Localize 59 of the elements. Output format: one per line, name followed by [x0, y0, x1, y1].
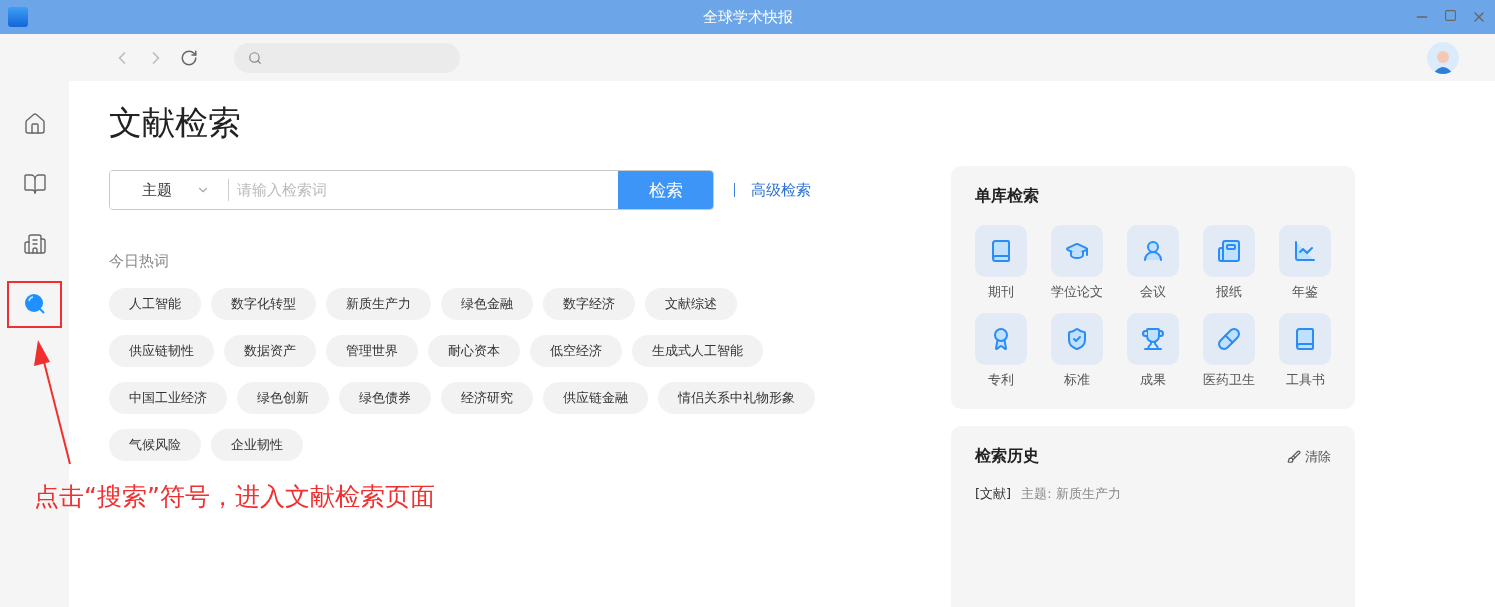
keyword-chip[interactable]: 生成式人工智能: [632, 335, 763, 367]
database-label: 会议: [1140, 283, 1166, 301]
keyword-chip[interactable]: 新质生产力: [326, 288, 431, 320]
building-icon[interactable]: [21, 231, 48, 257]
section-label: 今日热词: [109, 252, 170, 271]
database-label: 医药卫生: [1203, 371, 1255, 389]
keyword-chip[interactable]: 绿色债券: [339, 382, 431, 414]
database-label: 学位论文: [1051, 283, 1103, 301]
database-label: 标准: [1064, 371, 1090, 389]
chart-icon[interactable]: [1279, 225, 1331, 277]
keyword-chip[interactable]: 情侣关系中礼物形象: [658, 382, 815, 414]
keyword-chip[interactable]: 供应链韧性: [109, 335, 214, 367]
app-logo-icon: [8, 7, 28, 27]
card-title: 单库检索: [975, 186, 1040, 207]
keyword-chip[interactable]: 耐心资本: [428, 335, 520, 367]
keyword-chip[interactable]: 文献综述: [645, 288, 737, 320]
medal-icon[interactable]: [975, 313, 1027, 365]
keyword-chip[interactable]: 供应链金融: [543, 382, 648, 414]
keyword-chip[interactable]: 管理世界: [326, 335, 418, 367]
database-label: 期刊: [988, 283, 1014, 301]
journal-icon[interactable]: [975, 225, 1027, 277]
search-icon: [248, 50, 262, 65]
history-tag: [文献]: [975, 485, 1012, 503]
search-field[interactable]: 主题 请输入检索词 检索: [109, 170, 714, 210]
keyword-chip[interactable]: 绿色金融: [441, 288, 533, 320]
keyword-chip[interactable]: 数据资产: [224, 335, 316, 367]
keyword-chip[interactable]: 经济研究: [441, 382, 533, 414]
database-label: 专利: [988, 371, 1014, 389]
keyword-chip[interactable]: 绿色创新: [237, 382, 329, 414]
brush-icon: [1287, 449, 1301, 464]
shield-check-icon[interactable]: [1051, 313, 1103, 365]
database-label: 年鉴: [1292, 283, 1318, 301]
database-label: 成果: [1140, 371, 1166, 389]
graduation-cap-icon[interactable]: [1051, 225, 1103, 277]
keyword-chip[interactable]: 中国工业经济: [109, 382, 227, 414]
advanced-search-link[interactable]: 高级检索: [751, 180, 811, 200]
avatar-icon[interactable]: [1427, 41, 1459, 74]
document-icon[interactable]: [1203, 225, 1255, 277]
keyword-chip[interactable]: 数字经济: [543, 288, 635, 320]
book-icon[interactable]: [21, 171, 48, 197]
database-label: 工具书: [1285, 371, 1325, 389]
keyword-chip[interactable]: 气候风险: [109, 429, 201, 461]
pill-icon[interactable]: [1203, 313, 1255, 365]
database-label: 报纸: [1216, 283, 1242, 301]
trophy-icon[interactable]: [1127, 313, 1179, 365]
clear-button[interactable]: 清除: [1287, 447, 1331, 466]
keyword-chip[interactable]: 企业韧性: [211, 429, 303, 461]
highlight-frame: [7, 281, 62, 328]
keyword-chip[interactable]: 数字化转型: [211, 288, 316, 320]
window-title: 全球学术快报: [702, 7, 793, 27]
reload-icon[interactable]: [180, 48, 198, 67]
search-field[interactable]: [234, 42, 460, 73]
card-title: 检索历史: [975, 446, 1039, 467]
book-icon[interactable]: [1279, 313, 1331, 365]
annotation-text: 点击“搜索”符号，进入文献检索页面: [34, 481, 435, 513]
keyword-chip[interactable]: 低空经济: [530, 335, 622, 367]
page-title: 文献检索: [109, 102, 242, 144]
keyword-chip[interactable]: 人工智能: [109, 288, 201, 320]
maximize-icon[interactable]: [1444, 9, 1457, 22]
